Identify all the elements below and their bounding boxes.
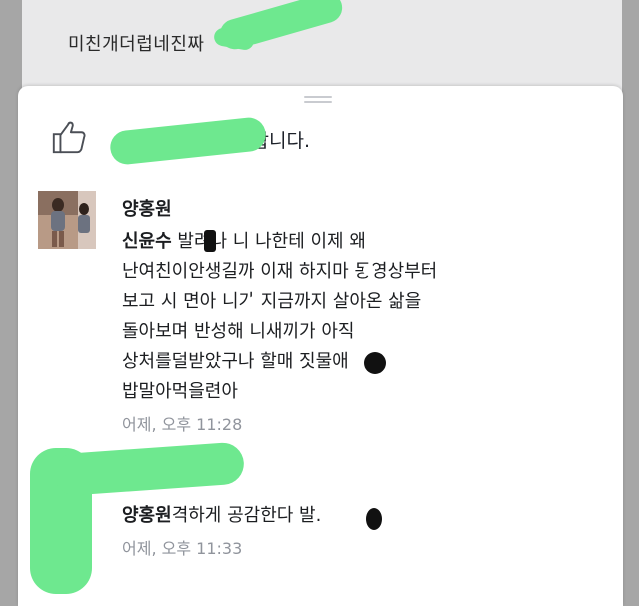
comment-body: 발려나 니 나한테 이제 왜 난여친이안생길까 이재 하지마 동영상부터 보고 … bbox=[122, 231, 438, 402]
redaction-dot bbox=[364, 352, 386, 374]
redaction-dot bbox=[248, 296, 260, 310]
comment-author[interactable]: 양홍원 bbox=[122, 195, 592, 221]
redaction-dot bbox=[204, 230, 216, 252]
comment-author[interactable]: 양홍원 bbox=[122, 505, 172, 526]
comment-text: 신윤수 발려나 니 나한테 이제 왜 난여친이안생길까 이재 하지마 동영상부터… bbox=[122, 227, 592, 407]
avatar[interactable] bbox=[38, 191, 96, 249]
likes-comments-sheet: 이..님이 좋아합니다. 양홍원 신윤수 발려나 니 나한테 이제 왜 난여친이… bbox=[18, 86, 623, 606]
background-post-text: 미친개더럽네진짜 bbox=[68, 34, 205, 55]
comment-text: 양홍원격하게 공감한다 발. bbox=[122, 503, 592, 529]
drag-handle[interactable] bbox=[304, 96, 332, 104]
redaction-mark-likes bbox=[108, 115, 268, 167]
thumbs-up-icon bbox=[52, 121, 86, 154]
comment-timestamp[interactable]: 어제, 오후 11:33 bbox=[122, 535, 592, 559]
comment-timestamp[interactable]: 어제, 오후 11:28 bbox=[122, 411, 592, 435]
redaction-dot bbox=[363, 264, 375, 276]
mention-tag[interactable]: 신윤수 bbox=[122, 231, 172, 252]
comment-body: 격하게 공감한다 발. bbox=[171, 505, 322, 526]
